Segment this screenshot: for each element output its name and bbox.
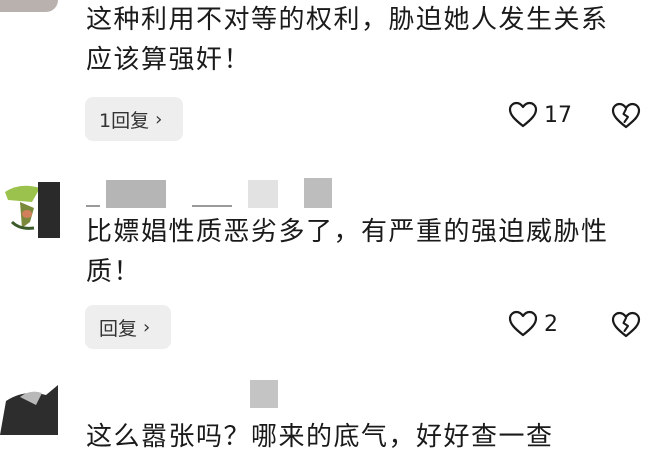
comment-text-line: 应该算强奸！ bbox=[86, 45, 252, 75]
like-button[interactable]: 2 bbox=[508, 310, 558, 338]
chevron-right-icon: › bbox=[155, 108, 163, 130]
comment-text-line: 这种利用不对等的权利，胁迫她人发生关系 bbox=[86, 5, 609, 35]
avatar[interactable] bbox=[0, 0, 58, 12]
heart-icon bbox=[508, 101, 538, 128]
broken-heart-icon bbox=[611, 311, 641, 338]
avatar[interactable] bbox=[0, 178, 60, 238]
broken-heart-icon bbox=[611, 102, 641, 129]
like-button[interactable]: 17 bbox=[508, 101, 572, 129]
avatar-image bbox=[5, 182, 60, 238]
reply-button[interactable]: 回复 › bbox=[85, 305, 171, 349]
comment-text: 这么嚣张吗？哪来的底气，好好查一查 bbox=[86, 417, 646, 457]
username-blurred[interactable] bbox=[250, 380, 280, 410]
avatar-image bbox=[0, 375, 60, 435]
comment-text: 比嫖娼性质恶劣多了，有严重的强迫威胁性 质！ bbox=[86, 212, 646, 292]
comment-text-line: 比嫖娼性质恶劣多了，有严重的强迫威胁性 bbox=[86, 217, 609, 247]
dislike-button[interactable] bbox=[611, 311, 641, 343]
reply-button[interactable]: 1回复 › bbox=[85, 97, 183, 141]
avatar[interactable] bbox=[0, 375, 60, 435]
chevron-right-icon: › bbox=[143, 316, 151, 338]
comment-text-line: 质！ bbox=[86, 257, 142, 287]
reply-label: 1回复 bbox=[99, 109, 150, 132]
comment-text: 这种利用不对等的权利，胁迫她人发生关系 应该算强奸！ bbox=[86, 0, 646, 80]
comment-3: 这么嚣张吗？哪来的底气，好好查一查 bbox=[0, 370, 660, 461]
like-count: 2 bbox=[544, 311, 558, 337]
comment-1: 这种利用不对等的权利，胁迫她人发生关系 应该算强奸！ 1回复 › 17 bbox=[0, 0, 660, 150]
comment-text-line: 这么嚣张吗？哪来的底气，好好查一查 bbox=[86, 422, 554, 452]
comment-2: 比嫖娼性质恶劣多了，有严重的强迫威胁性 质！ 回复 › 2 bbox=[0, 170, 660, 355]
dislike-button[interactable] bbox=[611, 102, 641, 134]
username-blurred[interactable] bbox=[86, 178, 336, 208]
heart-icon bbox=[508, 310, 538, 337]
reply-label: 回复 bbox=[99, 317, 138, 340]
like-count: 17 bbox=[544, 102, 572, 128]
